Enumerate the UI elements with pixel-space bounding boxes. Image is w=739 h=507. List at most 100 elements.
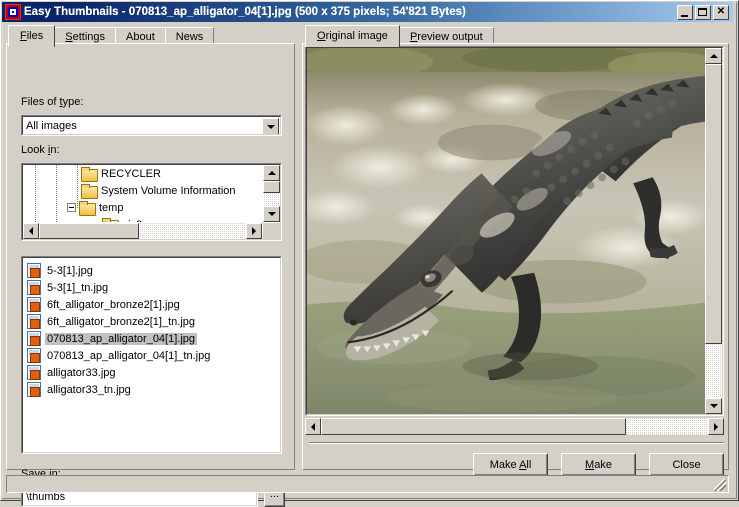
file-name: 5-3[1].jpg: [47, 264, 93, 277]
arrow-down-icon: [267, 212, 276, 216]
list-item[interactable]: 6ft_alligator_bronze2[1].jpg: [25, 296, 280, 313]
tree-item-pix2[interactable]: pix2: [23, 216, 262, 222]
folder-icon: [79, 201, 96, 216]
application-window: Easy Thumbnails - 070813_ap_alligator_04…: [0, 0, 739, 507]
tab-preview-output-label: review output: [417, 31, 483, 43]
tab-news-label: News: [175, 31, 204, 43]
image-scroll-up-button[interactable]: [705, 48, 722, 64]
resize-grip-icon[interactable]: [714, 479, 726, 491]
tree-item-label: pix2: [122, 219, 142, 223]
list-item[interactable]: 5-3[1].jpg: [25, 262, 280, 279]
lookin-label: Look in:: [21, 144, 60, 156]
image-hscroll-track[interactable]: [321, 418, 708, 435]
make-all-button-label: Make All: [489, 458, 532, 471]
image-preview-area: [305, 46, 724, 416]
tree-item-label: temp: [99, 201, 124, 214]
close-dialog-button[interactable]: Close: [649, 453, 724, 476]
list-item[interactable]: 5-3[1]_tn.jpg: [25, 279, 280, 296]
arrow-right-icon: [714, 422, 718, 431]
folder-icon: [81, 167, 98, 182]
title-bar[interactable]: Easy Thumbnails - 070813_ap_alligator_04…: [2, 2, 733, 22]
collapse-minus-icon[interactable]: [67, 203, 76, 212]
list-item[interactable]: 6ft_alligator_bronze2[1]_tn.jpg: [25, 313, 280, 330]
make-accel: M: [585, 458, 595, 471]
filetype-combobox[interactable]: All images: [21, 115, 282, 136]
tree-item-temp[interactable]: temp: [23, 199, 262, 216]
file-listbox-inner: 5-3[1].jpg 5-3[1]_tn.jpg 6ft_alligator_b…: [22, 257, 281, 453]
tree-vertical-scrollbar[interactable]: [263, 165, 280, 222]
image-horizontal-scrollbar[interactable]: [305, 418, 724, 435]
image-vscroll-thumb[interactable]: [705, 64, 722, 344]
image-scroll-right-button[interactable]: [708, 418, 724, 435]
filetype-label: Files of type:: [21, 96, 84, 108]
make-button-label: Make: [585, 458, 612, 471]
file-name: 5-3[1]_tn.jpg: [47, 281, 109, 294]
list-item[interactable]: alligator33_tn.jpg: [25, 381, 280, 398]
tree-hscroll-track[interactable]: [39, 223, 246, 239]
list-item-selected[interactable]: 070813_ap_alligator_04[1].jpg: [25, 330, 280, 347]
maximize-button[interactable]: [695, 4, 711, 20]
tab-files[interactable]: Files: [8, 25, 56, 47]
make-button[interactable]: Make: [561, 453, 636, 476]
button-separator: [309, 442, 724, 444]
close-dialog-button-inner: Close: [650, 454, 723, 475]
filetype-combobox-inner: All images: [22, 116, 281, 135]
make-all-button-inner: Make All: [474, 454, 547, 475]
image-vertical-scrollbar[interactable]: [705, 48, 722, 414]
file-list[interactable]: 5-3[1].jpg 5-3[1]_tn.jpg 6ft_alligator_b…: [23, 258, 280, 452]
arrow-left-icon: [29, 227, 33, 235]
chevron-down-icon: [266, 124, 275, 129]
tree-horizontal-scrollbar[interactable]: [23, 223, 262, 239]
close-button[interactable]: ✕: [713, 4, 729, 20]
file-name: 070813_ap_alligator_04[1].jpg: [45, 332, 198, 345]
filetype-label-accel: t: [59, 96, 63, 108]
make-button-inner: Make: [562, 454, 635, 475]
list-item[interactable]: alligator33.jpg: [25, 364, 280, 381]
files-tab-page: Files of type: All images Look in: RECYC…: [6, 43, 295, 507]
folder-treeview-inner: RECYCLER System Volume Information temp: [22, 164, 281, 240]
window-title: Easy Thumbnails - 070813_ap_alligator_04…: [24, 6, 466, 18]
file-listbox[interactable]: 5-3[1].jpg 5-3[1]_tn.jpg 6ft_alligator_b…: [21, 256, 282, 454]
jpeg-file-icon: [27, 348, 41, 363]
make-all-accel: A: [519, 458, 527, 471]
close-icon: ✕: [716, 6, 726, 17]
minimize-button[interactable]: [677, 4, 693, 20]
jpeg-file-icon: [27, 331, 41, 346]
make-all-button[interactable]: Make All: [473, 453, 548, 476]
image-scroll-down-button[interactable]: [705, 398, 722, 414]
tree-hscroll-thumb[interactable]: [39, 223, 139, 239]
tree-item-recycler[interactable]: RECYCLER: [23, 165, 262, 182]
tree-scroll-down-button[interactable]: [263, 206, 280, 222]
jpeg-file-icon: [27, 297, 41, 312]
file-name: 6ft_alligator_bronze2[1].jpg: [47, 298, 180, 311]
tab-original-image-accel: O: [317, 29, 326, 42]
arrow-down-icon: [709, 404, 718, 408]
file-name: 6ft_alligator_bronze2[1]_tn.jpg: [47, 315, 195, 328]
image-scroll-left-button[interactable]: [305, 418, 321, 435]
tab-settings-label: ettings: [72, 31, 106, 43]
tree-scroll-up-button[interactable]: [263, 165, 280, 181]
folder-treeview[interactable]: RECYCLER System Volume Information temp: [21, 163, 282, 241]
folder-tree-content[interactable]: RECYCLER System Volume Information temp: [23, 165, 262, 222]
close-dialog-button-label: Close: [672, 458, 701, 471]
tab-original-image[interactable]: Original image: [305, 25, 400, 47]
filetype-dropdown-button[interactable]: [262, 118, 279, 134]
tree-item-system-volume-information[interactable]: System Volume Information: [23, 182, 262, 199]
original-image-tab-page: Make All Make Close: [302, 43, 729, 476]
tree-scroll-left-button[interactable]: [23, 223, 39, 239]
list-item[interactable]: 070813_ap_alligator_04[1]_tn.jpg: [25, 347, 280, 364]
image-vscroll-track[interactable]: [705, 64, 722, 398]
tree-vscroll-thumb[interactable]: [263, 181, 280, 193]
tab-preview-output-accel: P: [409, 31, 418, 43]
jpeg-file-icon: [27, 365, 41, 380]
tree-scroll-right-button[interactable]: [246, 223, 262, 239]
minimize-icon: [681, 14, 688, 17]
tree-item-label: RECYCLER: [101, 167, 161, 180]
image-viewport[interactable]: [307, 48, 705, 414]
file-name: alligator33_tn.jpg: [47, 383, 131, 396]
app-logo-icon[interactable]: [5, 4, 21, 20]
tree-vscroll-track[interactable]: [263, 181, 280, 206]
file-name: 070813_ap_alligator_04[1]_tn.jpg: [47, 349, 211, 362]
jpeg-file-icon: [27, 314, 41, 329]
image-hscroll-thumb[interactable]: [321, 418, 626, 435]
